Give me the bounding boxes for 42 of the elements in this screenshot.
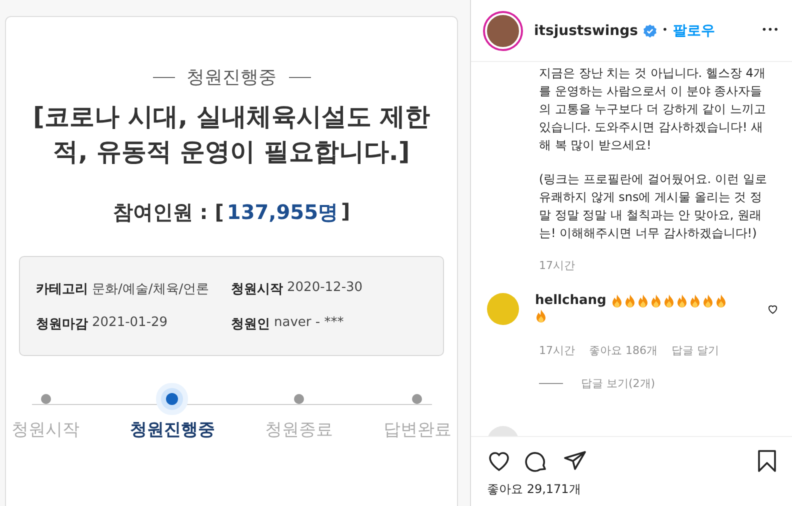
comment-username[interactable]: hellchang [535, 293, 606, 308]
step-label: 답변완료 [383, 419, 452, 441]
like-icon[interactable] [487, 449, 511, 473]
caption-time: 17시간 [539, 258, 576, 273]
flame-icon [702, 294, 714, 308]
info-label: 카테고리 [36, 280, 88, 298]
flame-icon [637, 294, 650, 308]
info-label: 청원시작 [231, 280, 283, 298]
participants-count: 137,955명 [226, 199, 338, 226]
flame-icon [535, 309, 547, 323]
flame-icon [689, 294, 702, 308]
username-link[interactable]: itsjustswings [534, 22, 638, 38]
flame-icon [624, 294, 636, 308]
comment-time: 17시간 [539, 343, 575, 358]
caption-text: 지금은 장난 치는 것 아닙니다. 헬스장 4개를 운영하는 사람으로서 이 분야 종사자들의 고통을 누구보다 더 강하게 같이 느끼고 있습니다. 도와주시면 감사하겠습니다! 새해 복 많이 받으세요! [539, 65, 767, 154]
avatar[interactable] [485, 12, 521, 48]
step-label: 청원진행중 [130, 419, 215, 441]
flame-icon [715, 294, 728, 308]
separator-dot: • [662, 25, 668, 36]
share-icon[interactable] [563, 449, 587, 473]
step-label: 청원시작 [12, 419, 80, 441]
flame-icon [676, 294, 688, 308]
petition-status: 청원진행중 [186, 66, 276, 89]
flame-icon [663, 294, 676, 308]
info-value: 2021-01-29 [92, 314, 168, 332]
caption-text: (링크는 프로필란에 걸어뒀어요. 이런 일로 유쾌하지 않게 sns에 게시물 올리는 것 정말 정말 정말 내 철칙과는 안 맞아요, 원래는! 이해해주시면 너무 감사하겠습니다!) [539, 171, 768, 242]
like-comment-icon[interactable] [767, 303, 779, 315]
bookmark-icon[interactable] [755, 449, 779, 473]
info-value: 2020-12-30 [287, 280, 363, 296]
flame-icon [611, 294, 624, 308]
comment-icon[interactable] [525, 449, 549, 473]
step-label: 청원종료 [265, 419, 334, 441]
info-value: 문화/예술/체육/언론 [92, 280, 210, 298]
flame-icon [650, 294, 662, 308]
likes-count[interactable]: 좋아요 29,171개 [471, 477, 792, 506]
participants-label: 참여인원 : [ [112, 199, 224, 226]
more-button[interactable]: ••• [761, 25, 779, 36]
info-value: naver - *** [274, 314, 344, 332]
petition-title: [코로나 시대, 실내체육시설도 제한적, 유동적 운영이 필요합니다.] [32, 101, 432, 168]
info-label: 청원인 [231, 316, 270, 332]
participants-bracket: ] [341, 199, 350, 225]
info-label: 청원마감 [36, 316, 88, 332]
